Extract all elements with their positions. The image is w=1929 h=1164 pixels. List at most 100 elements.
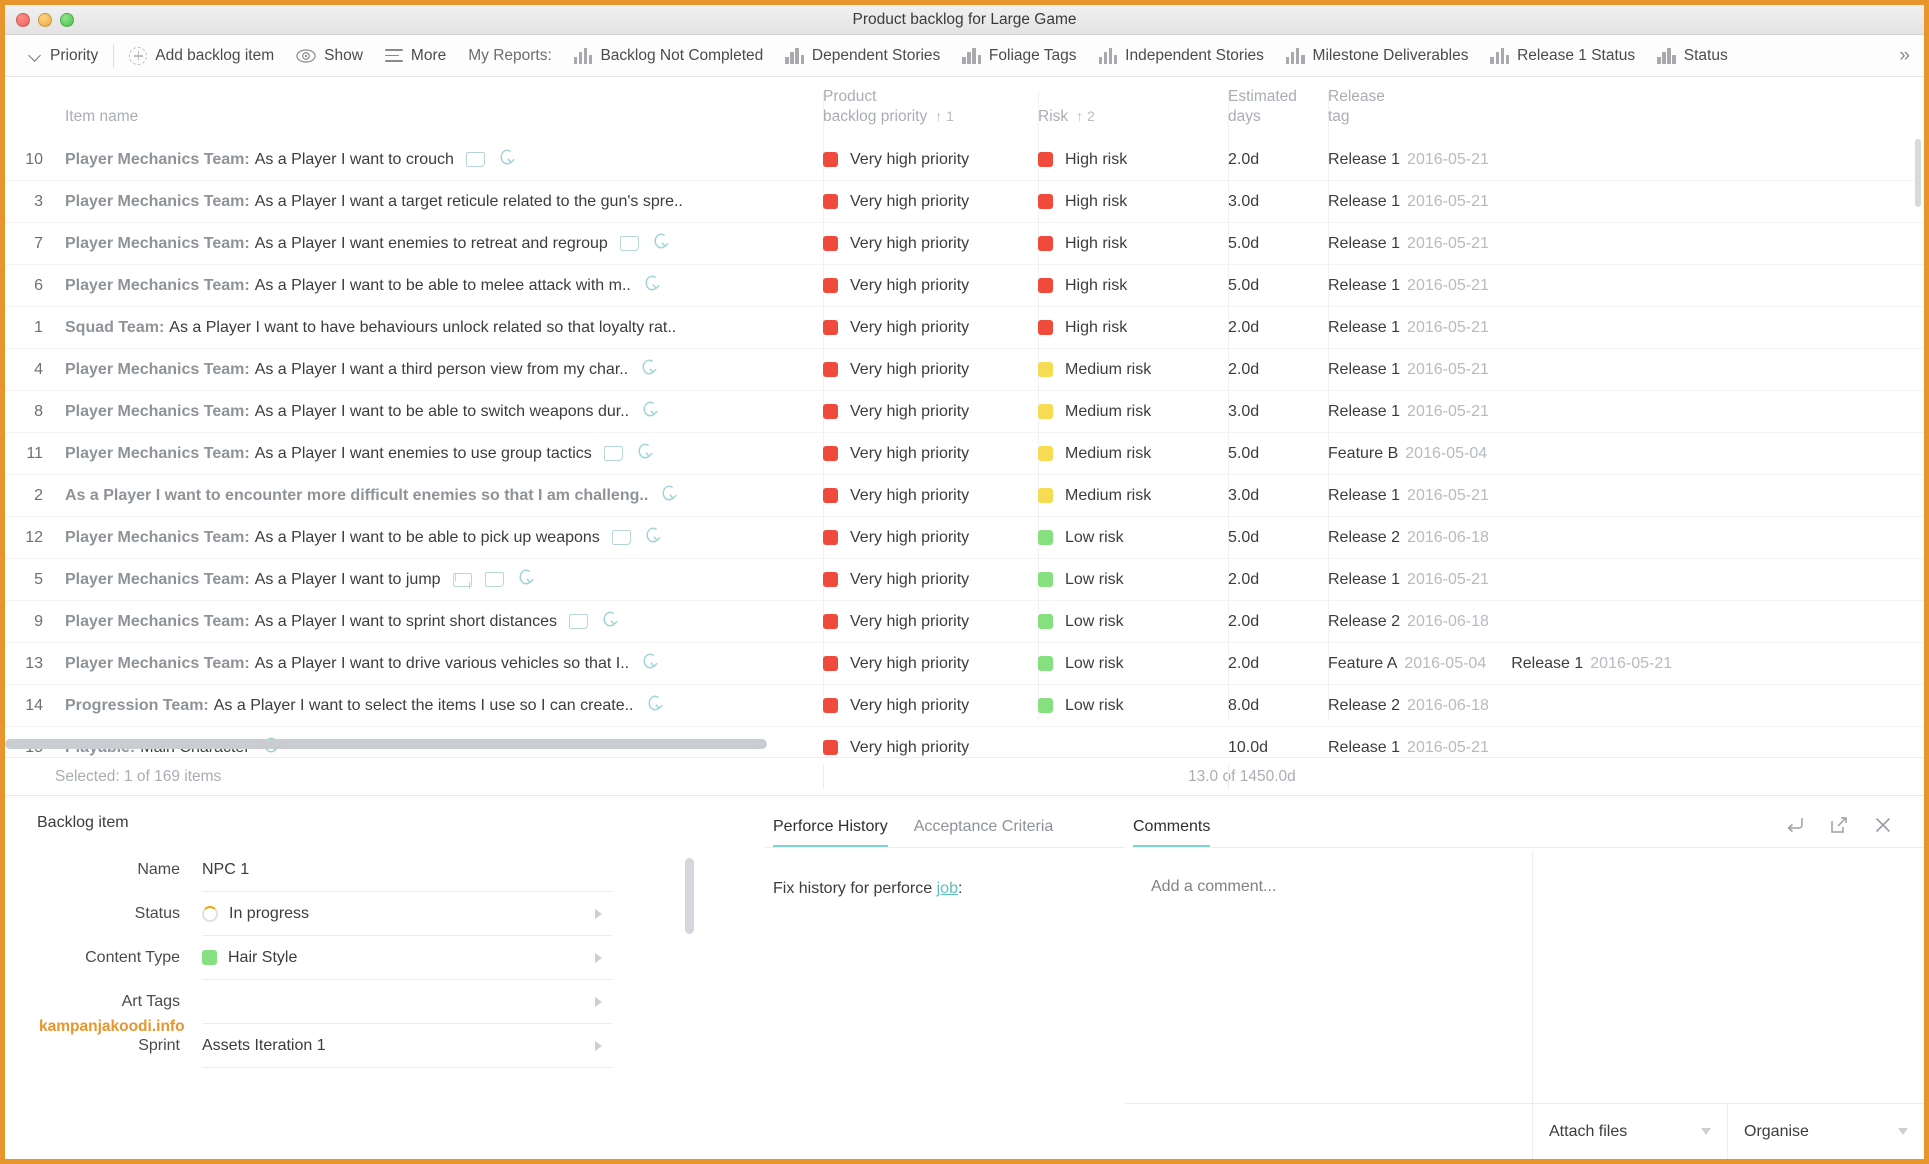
header-estimated-days[interactable]: Estimated days [1228,87,1328,135]
note-icon[interactable] [611,530,631,545]
tab-acceptance-criteria[interactable]: Acceptance Criteria [914,818,1054,847]
field-value[interactable]: Assets Iteration 1 [202,1024,612,1068]
row-priority[interactable]: Very high priority [823,403,1038,421]
row-release-tags[interactable]: Release 1 2016-05-21 [1328,403,1924,421]
row-estimated-days[interactable]: 5.0d [1228,277,1328,295]
table-row[interactable]: 13 Player Mechanics Team: As a Player I wa… [5,643,1924,685]
history-job-link[interactable]: job [937,880,958,897]
row-release-tags[interactable]: Release 2 2016-06-18 [1328,613,1924,631]
chevron-right-icon[interactable] [595,908,602,919]
row-release-tags[interactable]: Release 1 2016-05-21 [1328,193,1924,211]
tab-perforce-history[interactable]: Perforce History [773,818,888,847]
row-estimated-days[interactable]: 10.0d [1228,739,1328,757]
row-release-tags[interactable]: Release 1 2016-05-21 [1328,361,1924,379]
row-release-tags[interactable]: Release 1 2016-05-21 [1328,571,1924,589]
row-estimated-days[interactable]: 3.0d [1228,403,1328,421]
row-priority[interactable]: Very high priority [823,529,1038,547]
row-risk[interactable]: Low risk [1038,613,1228,631]
row-estimated-days[interactable]: 8.0d [1228,697,1328,715]
row-priority[interactable]: Very high priority [823,697,1038,715]
row-release-tags[interactable]: Release 1 2016-05-21 [1328,487,1924,505]
table-row[interactable]: 6 Player Mechanics Team: As a Player I wan… [5,265,1924,307]
more-button[interactable]: More [374,35,457,76]
table-row[interactable]: 1 Squad Team: As a Player I want to have b… [5,307,1924,349]
row-risk[interactable]: Low risk [1038,697,1228,715]
refresh-icon[interactable] [601,609,619,634]
row-item-name[interactable]: Player Mechanics Team: As a Player I want… [45,525,823,550]
row-risk[interactable]: Medium risk [1038,403,1228,421]
row-risk[interactable]: Medium risk [1038,361,1228,379]
refresh-icon[interactable] [652,231,670,256]
note-icon[interactable] [569,614,589,629]
row-estimated-days[interactable]: 3.0d [1228,193,1328,211]
row-priority[interactable]: Very high priority [823,319,1038,337]
row-priority[interactable]: Very high priority [823,571,1038,589]
report-foliage-tags[interactable]: Foliage Tags [951,35,1087,76]
note-icon[interactable] [619,236,639,251]
chevron-right-icon[interactable] [595,952,602,963]
row-priority[interactable]: Very high priority [823,655,1038,673]
table-row[interactable]: 8 Player Mechanics Team: As a Player I wan… [5,391,1924,433]
reply-icon[interactable] [1784,814,1806,836]
refresh-icon[interactable] [643,273,661,298]
open-external-icon[interactable] [1828,814,1850,836]
row-item-name[interactable]: Progression Team: As a Player I want to s… [45,693,823,718]
row-item-name[interactable]: Player Mechanics Team: As a Player I want… [45,273,823,298]
row-risk[interactable]: High risk [1038,193,1228,211]
refresh-icon[interactable] [498,147,516,172]
refresh-icon[interactable] [640,357,658,382]
row-item-name[interactable]: Player Mechanics Team: As a Player I want… [45,567,823,592]
row-item-name[interactable]: Player Mechanics Team: As a Player I want… [45,193,823,211]
refresh-icon[interactable] [641,651,659,676]
row-release-tags[interactable]: Release 2 2016-06-18 [1328,529,1924,547]
toolbar-overflow-button[interactable]: » [1899,45,1918,67]
header-item-name[interactable]: Item name [45,107,823,135]
mail-icon[interactable] [452,572,472,587]
table-row[interactable]: 3 Player Mechanics Team: As a Player I wan… [5,181,1924,223]
row-item-name[interactable]: Player Mechanics Team: As a Player I want… [45,399,823,424]
note-icon[interactable] [603,446,623,461]
row-priority[interactable]: Very high priority [823,151,1038,169]
row-item-name[interactable]: Squad Team: As a Player I want to have be… [45,319,823,337]
table-row[interactable]: 10 Player Mechanics Team: As a Player I wa… [5,139,1924,181]
report-independent-stories[interactable]: Independent Stories [1088,35,1275,76]
note-icon[interactable] [465,152,485,167]
table-row[interactable]: 11 Player Mechanics Team: As a Player I wa… [5,433,1924,475]
chevron-right-icon[interactable] [595,1040,602,1051]
refresh-icon[interactable] [517,567,535,592]
note-icon[interactable] [484,572,504,587]
organise-dropdown[interactable]: Organise [1728,1104,1924,1159]
row-release-tags[interactable]: Release 1 2016-05-21 [1328,319,1924,337]
table-vertical-scrollbar[interactable] [1915,139,1921,207]
row-estimated-days[interactable]: 3.0d [1228,487,1328,505]
row-priority[interactable]: Very high priority [823,739,1038,757]
row-estimated-days[interactable]: 2.0d [1228,319,1328,337]
show-button[interactable]: Show [285,35,374,76]
row-item-name[interactable]: As a Player I want to encounter more dif… [45,483,823,508]
row-estimated-days[interactable]: 2.0d [1228,655,1328,673]
row-risk[interactable]: Medium risk [1038,487,1228,505]
refresh-icon[interactable] [636,441,654,466]
field-value[interactable]: In progress [202,892,612,936]
add-backlog-item-button[interactable]: Add backlog item [118,35,285,76]
report-status[interactable]: Status [1646,35,1739,76]
close-icon[interactable] [1872,814,1894,836]
row-risk[interactable]: High risk [1038,235,1228,253]
row-estimated-days[interactable]: 5.0d [1228,235,1328,253]
report-dependent-stories[interactable]: Dependent Stories [774,35,951,76]
row-item-name[interactable]: Player Mechanics Team: As a Player I want… [45,147,823,172]
field-value[interactable] [202,980,612,1024]
tab-comments[interactable]: Comments [1133,818,1211,847]
row-release-tags[interactable]: Release 1 2016-05-21 [1328,235,1924,253]
row-estimated-days[interactable]: 2.0d [1228,361,1328,379]
row-item-name[interactable]: Player Mechanics Team: As a Player I want… [45,231,823,256]
table-row[interactable]: 2 As a Player I want to encounter more di… [5,475,1924,517]
row-estimated-days[interactable]: 2.0d [1228,571,1328,589]
row-priority[interactable]: Very high priority [823,193,1038,211]
row-risk[interactable]: Low risk [1038,655,1228,673]
table-row[interactable]: 14 Progression Team: As a Player I want to… [5,685,1924,727]
chevron-right-icon[interactable] [595,996,602,1007]
row-release-tags[interactable]: Release 1 2016-05-21 [1328,151,1924,169]
row-priority[interactable]: Very high priority [823,445,1038,463]
table-horizontal-scrollbar[interactable] [5,739,767,749]
